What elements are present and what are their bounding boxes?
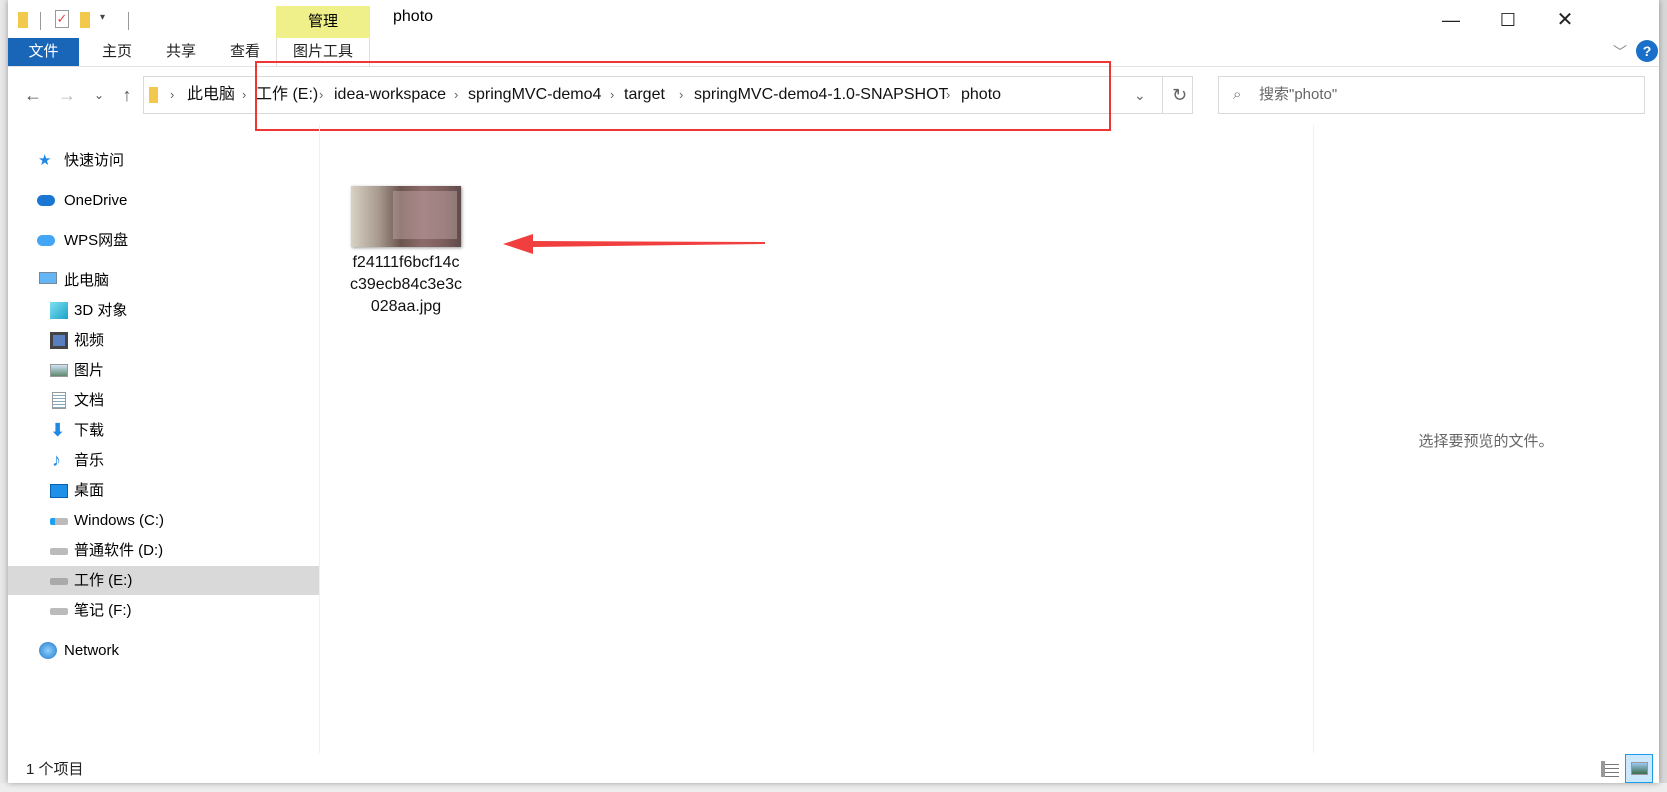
context-tab-group-manage: 管理 xyxy=(276,6,370,38)
download-arrow-icon: ⬇ xyxy=(50,420,66,440)
windows-drive-icon xyxy=(50,518,68,525)
desktop-background xyxy=(0,783,1667,792)
sidebar-item-onedrive[interactable]: OneDrive xyxy=(8,186,319,215)
help-icon[interactable]: ? xyxy=(1636,40,1658,62)
sidebar-item-this-pc[interactable]: 此电脑 xyxy=(8,266,319,295)
properties-icon[interactable]: ✓ xyxy=(55,10,69,28)
minimize-icon[interactable]: — xyxy=(1428,6,1474,34)
search-input[interactable]: ⌕ 搜索"photo" xyxy=(1218,76,1645,114)
search-placeholder: 搜索"photo" xyxy=(1259,86,1338,103)
address-history-chevron-icon[interactable]: ⌄ xyxy=(1134,77,1146,113)
cloud-icon xyxy=(37,235,55,246)
tab-home[interactable]: 主页 xyxy=(86,38,148,66)
back-arrow-icon[interactable]: ← xyxy=(19,78,47,112)
pane-splitter[interactable] xyxy=(319,125,320,753)
document-icon xyxy=(52,392,66,409)
drive-icon xyxy=(50,608,68,615)
annotation-arrow xyxy=(503,234,765,254)
breadcrumb-this-pc[interactable]: 此电脑 xyxy=(187,77,235,113)
close-icon[interactable]: ✕ xyxy=(1542,6,1588,34)
sidebar-item-desktop[interactable]: 桌面 xyxy=(8,476,319,505)
sidebar-item-wps-drive[interactable]: WPS网盘 xyxy=(8,226,319,255)
expand-ribbon-chevron-icon[interactable]: ﹀ xyxy=(1613,42,1627,62)
image-thumbnail xyxy=(351,186,461,247)
file-explorer-window: ✓ ▾ 管理 photo — ☐ ✕ 文件 主页 共享 查看 图片工具 ﹀ ? … xyxy=(8,0,1659,783)
customize-toolbar-icon[interactable]: ▾ xyxy=(100,12,105,32)
annotation-highlight-box xyxy=(255,61,1111,131)
computer-icon xyxy=(39,272,57,284)
desktop-icon xyxy=(50,484,68,498)
drive-icon xyxy=(50,548,68,555)
navigation-pane: ★ 快速访问 OneDrive WPS网盘 此电脑 3D 对象 视频 图片 文档 … xyxy=(8,146,319,666)
sidebar-item-network[interactable]: Network xyxy=(8,636,319,665)
sidebar-item-quick-access[interactable]: ★ 快速访问 xyxy=(8,146,319,175)
sidebar-item-3d-objects[interactable]: 3D 对象 xyxy=(8,296,319,325)
folder-icon xyxy=(149,87,158,103)
cloud-icon xyxy=(37,195,55,206)
sidebar-item-documents[interactable]: 文档 xyxy=(8,386,319,415)
sidebar-item-videos[interactable]: 视频 xyxy=(8,326,319,355)
film-icon xyxy=(50,332,68,349)
sidebar-item-downloads[interactable]: ⬇ 下载 xyxy=(8,416,319,445)
refresh-icon[interactable]: ↻ xyxy=(1172,77,1187,113)
details-view-icon[interactable] xyxy=(1601,761,1619,777)
drive-icon xyxy=(50,578,68,585)
picture-icon xyxy=(50,364,68,377)
tab-file[interactable]: 文件 xyxy=(8,38,79,66)
search-icon: ⌕ xyxy=(1233,86,1242,103)
new-folder-icon[interactable] xyxy=(80,12,90,28)
divider xyxy=(1162,77,1163,113)
divider xyxy=(128,12,129,30)
preview-pane-message: 选择要预览的文件。 xyxy=(1418,433,1554,450)
star-icon: ★ xyxy=(38,152,52,169)
chevron-right-icon: › xyxy=(170,87,175,102)
sidebar-item-music[interactable]: ♪ 音乐 xyxy=(8,446,319,475)
file-item[interactable]: f24111f6bcf14c c39ecb84c3e3c 028aa.jpg xyxy=(326,176,486,316)
picture-view-icon xyxy=(1631,762,1648,775)
forward-arrow-icon[interactable]: → xyxy=(53,78,81,112)
file-name-line: 028aa.jpg xyxy=(370,298,442,315)
cube-icon xyxy=(50,302,68,319)
file-name-line: f24111f6bcf14c xyxy=(352,254,460,271)
divider xyxy=(40,12,41,30)
sidebar-item-drive-e[interactable]: 工作 (E:) xyxy=(8,566,319,595)
network-icon xyxy=(39,642,57,659)
status-item-count: 1 个项目 xyxy=(26,761,84,778)
sidebar-item-drive-f[interactable]: 笔记 (F:) xyxy=(8,596,319,625)
folder-icon[interactable] xyxy=(18,12,28,28)
sidebar-item-drive-c[interactable]: Windows (C:) xyxy=(8,506,319,535)
chevron-right-icon: › xyxy=(242,87,247,102)
large-icons-view-button[interactable] xyxy=(1625,754,1653,783)
sidebar-item-pictures[interactable]: 图片 xyxy=(8,356,319,385)
maximize-icon[interactable]: ☐ xyxy=(1485,6,1531,34)
up-arrow-icon[interactable]: ↑ xyxy=(113,78,141,112)
file-name-line: c39ecb84c3e3c xyxy=(349,276,463,293)
music-note-icon: ♪ xyxy=(52,450,61,470)
tab-share[interactable]: 共享 xyxy=(150,38,212,66)
recent-locations-chevron-icon[interactable]: ⌄ xyxy=(85,78,113,112)
window-title: photo xyxy=(393,8,434,25)
sidebar-item-drive-d[interactable]: 普通软件 (D:) xyxy=(8,536,319,565)
